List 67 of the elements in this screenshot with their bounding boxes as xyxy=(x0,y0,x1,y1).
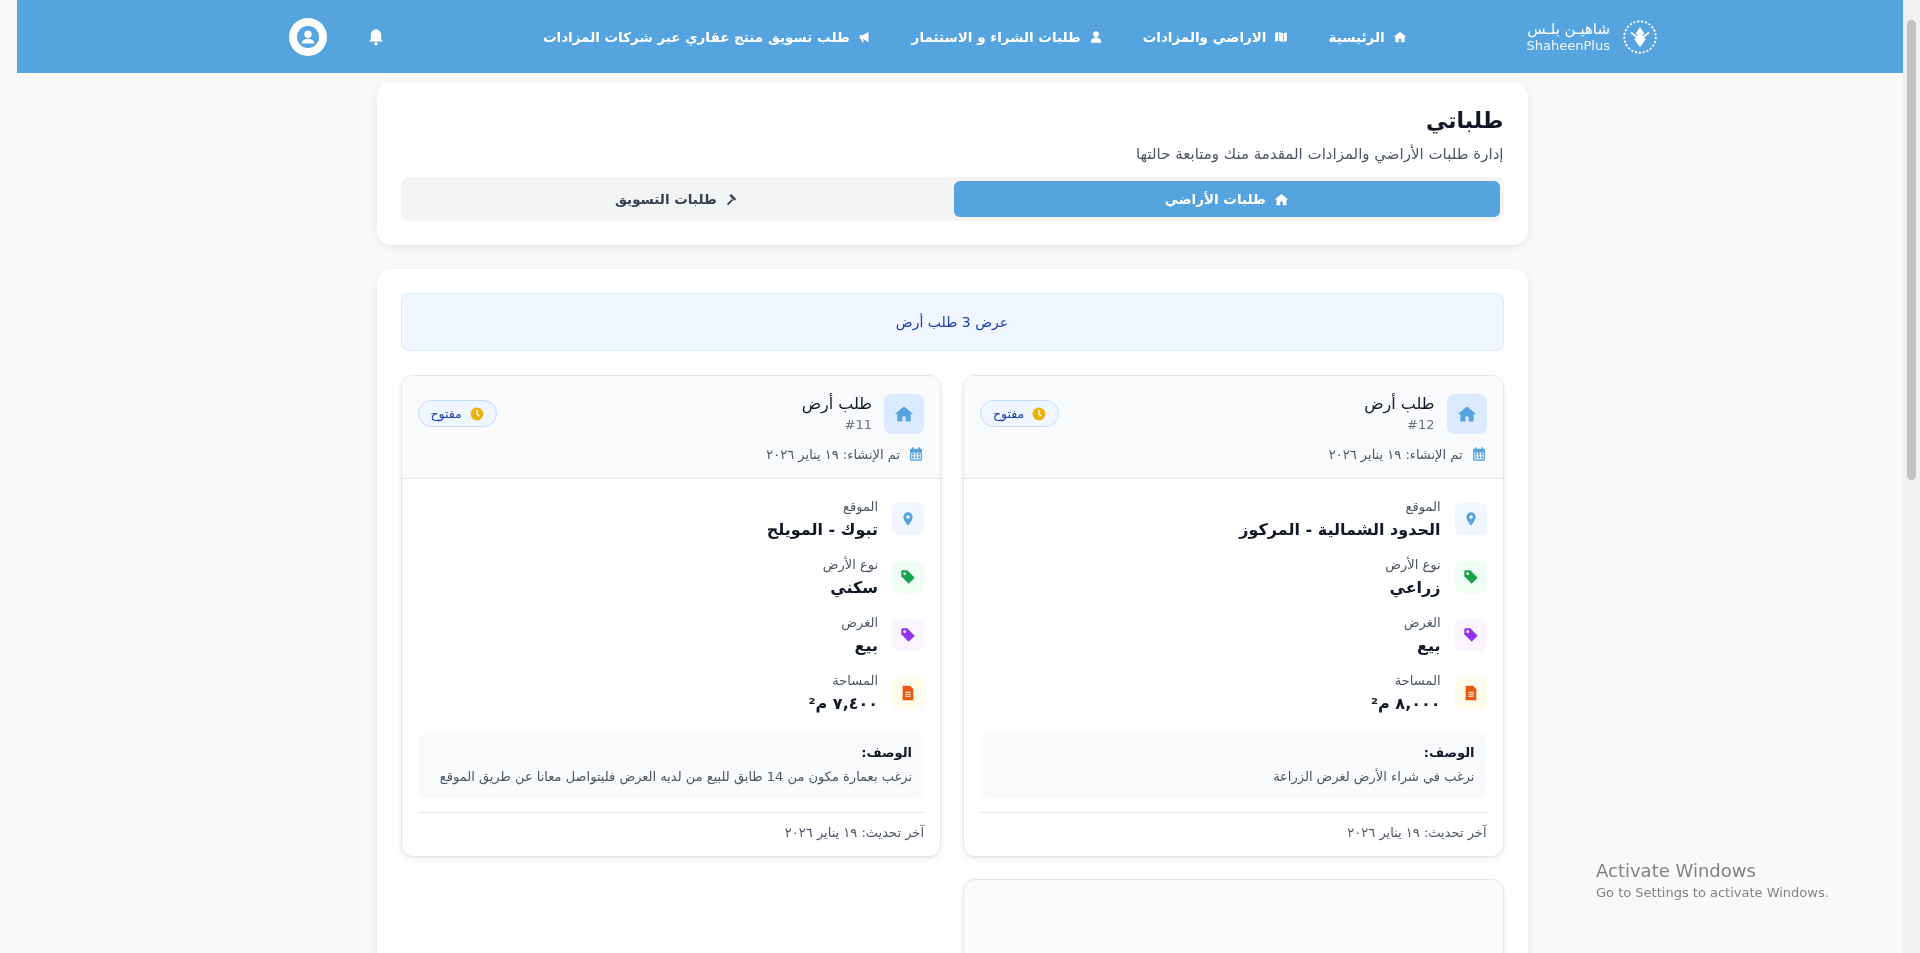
map-icon xyxy=(1274,29,1289,44)
created-date: تم الإنشاء: ١٩ يناير ٢٠٢٦ xyxy=(766,446,900,462)
description-label: الوصف: xyxy=(1422,745,1475,760)
map-pin-icon xyxy=(900,511,916,527)
calendar-icon xyxy=(908,446,924,462)
field-value: تبوك - المويلح xyxy=(766,520,878,539)
page-subtitle: إدارة طلبات الأراضي والمزادات المقدمة منك ومتابعة حالتها xyxy=(1135,145,1504,163)
emblem-icon[interactable] xyxy=(1622,18,1658,55)
home-icon xyxy=(1273,191,1289,207)
nav-link[interactable]: طلب تسويق منتج عقاري عبر شركات المزادات xyxy=(542,28,872,45)
card-title: طلب أرض xyxy=(801,394,872,413)
field-value: سكني xyxy=(829,578,878,597)
description-text: نرغب بعمارة مكون من 14 طابق للبيع من لديه العرض فليتواصل معانا عن طريق الموقع xyxy=(438,768,912,787)
field-label: الموقع xyxy=(1404,499,1441,514)
clock-icon xyxy=(1032,406,1047,421)
results-banner: عرض 3 طلب أرض xyxy=(400,293,1504,351)
field-label: المساحة xyxy=(1393,673,1441,688)
field-label: الغرض xyxy=(841,615,878,630)
field-value: بيع xyxy=(1416,636,1441,655)
avatar-button[interactable] xyxy=(289,17,327,56)
description-text: نرغب في شراء الأرض لغرض الزراعة xyxy=(1272,767,1475,787)
field-label: الموقع xyxy=(842,499,878,514)
field-value: ٧,٤٠٠ م² xyxy=(808,694,878,713)
calendar-icon xyxy=(1470,446,1487,462)
updated-date: آخر تحديث: ١٩ يناير ٢٠٢٦ xyxy=(783,825,924,841)
field-label: نوع الأرض xyxy=(1385,557,1441,572)
created-date: تم الإنشاء: ١٩ يناير ٢٠٢٦ xyxy=(1328,446,1463,462)
nav-link[interactable]: الرئيسية xyxy=(1328,28,1407,45)
home-icon xyxy=(1392,29,1407,44)
brand-subtitle[interactable]: ShaheenPlus xyxy=(1526,37,1610,54)
activation-title: Activate Windows xyxy=(1596,860,1756,881)
document-icon xyxy=(900,685,916,701)
clock-icon xyxy=(469,406,484,421)
tag-icon xyxy=(1462,627,1479,643)
card-title: طلب أرض xyxy=(1364,394,1435,413)
page-title: طلباتي xyxy=(1425,108,1504,133)
field-value: الحدود الشمالية - المركوز xyxy=(1239,520,1441,539)
field-value: زراعي xyxy=(1388,578,1441,597)
request-number: #11 xyxy=(843,417,872,432)
user-icon xyxy=(297,24,319,49)
home-icon xyxy=(1456,404,1477,424)
updated-date: آخر تحديث: ١٩ يناير ٢٠٢٦ xyxy=(1346,825,1487,841)
brand-name[interactable]: شاهيـن بلـس xyxy=(1526,19,1610,38)
tag-icon xyxy=(900,627,916,643)
user-icon xyxy=(1088,29,1103,44)
scrollbar-thumb[interactable] xyxy=(1907,20,1916,480)
tab[interactable]: طلبات التسويق xyxy=(404,181,950,217)
field-label: الغرض xyxy=(1403,615,1441,630)
notifications-button[interactable] xyxy=(367,27,385,46)
tab[interactable]: طلبات الأراضي xyxy=(954,181,1500,217)
tag-icon xyxy=(1462,569,1479,585)
field-value: بيع xyxy=(853,636,878,655)
status-label: مفتوح xyxy=(430,406,462,421)
activation-message: Go to Settings to activate Windows. xyxy=(1596,885,1830,900)
home-icon xyxy=(894,404,914,424)
nav-link[interactable]: طلبات الشراء و الاستثمار xyxy=(911,28,1103,45)
nav-link[interactable]: الاراضي والمزادات xyxy=(1142,28,1289,45)
scrollbar[interactable] xyxy=(1903,0,1920,953)
field-label: نوع الأرض xyxy=(822,557,878,572)
status-label: مفتوح xyxy=(993,406,1025,421)
megaphone-icon xyxy=(857,29,872,44)
field-label: المساحة xyxy=(831,673,878,688)
bell-icon xyxy=(367,27,385,46)
tag-icon xyxy=(900,569,916,585)
description-label: الوصف: xyxy=(860,745,912,760)
field-value: ٨,٠٠٠ م² xyxy=(1371,694,1441,713)
request-number: #12 xyxy=(1406,417,1435,432)
